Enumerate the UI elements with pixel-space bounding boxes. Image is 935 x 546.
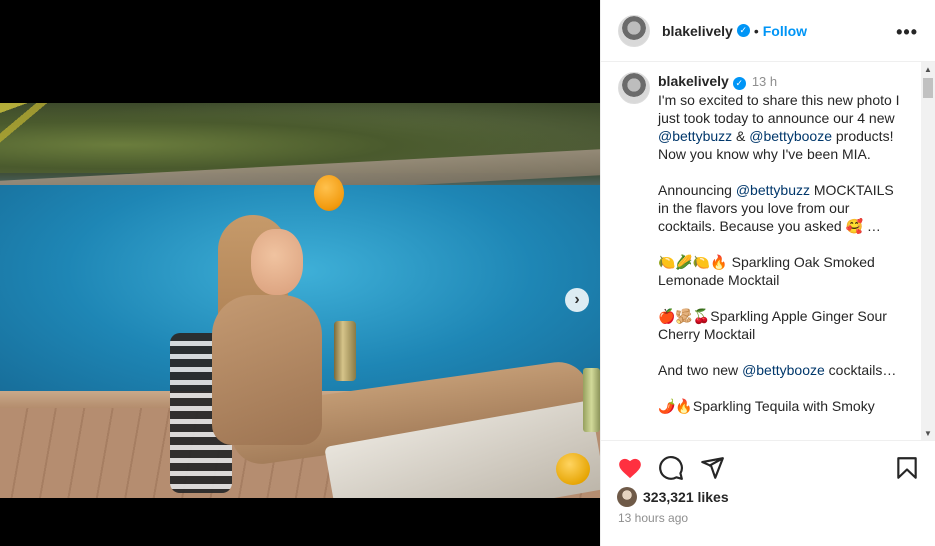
photo-can [334, 321, 356, 381]
avatar[interactable] [618, 14, 650, 47]
photo-orange [314, 175, 344, 211]
caption-line: 🌶️🔥Sparkling Tequila with Smoky [658, 398, 875, 414]
caption-line: cocktails… [828, 362, 897, 378]
photo-torso [212, 295, 322, 445]
caption-paragraph: Announcing @bettybuzz MOCKTAILS in the f… [658, 181, 908, 235]
caption-text: I'm so excited to share this new photo I… [658, 91, 908, 415]
photo-woman [206, 215, 396, 455]
caption-line: 🍎🫚🍒Sparkling Apple Ginger Sour Cherry Mo… [658, 308, 887, 342]
scroll-thumb[interactable] [923, 78, 933, 98]
heart-icon[interactable] [617, 455, 643, 481]
photo-face [251, 229, 303, 295]
liker-avatar [617, 487, 637, 507]
caption-gap [658, 289, 908, 307]
caption-gap [658, 379, 908, 397]
post-photo[interactable] [0, 103, 600, 498]
caption-scrollbar[interactable]: ▲ ▼ [921, 62, 935, 440]
caption-line: I'm so excited to share this new photo I… [658, 92, 900, 126]
caption-header: blakelively ✓ 13 h [658, 72, 908, 91]
post-timestamp[interactable]: 13 hours ago [618, 511, 688, 525]
caption-area: blakelively ✓ 13 h I'm so excited to share… [601, 62, 935, 440]
chevron-right-icon: › [574, 291, 580, 308]
scroll-up-icon[interactable]: ▲ [921, 62, 935, 76]
bookmark-icon[interactable] [894, 455, 920, 481]
caption-username[interactable]: blakelively [658, 73, 729, 89]
caption-avatar[interactable] [618, 72, 650, 104]
caption-row: blakelively ✓ 13 h I'm so excited to share… [618, 72, 918, 415]
likes-count[interactable]: 323,321 likes [643, 489, 729, 505]
caption-gap [658, 343, 908, 361]
action-icons [617, 455, 725, 481]
photo-palm [0, 103, 110, 163]
caption-paragraph: And two new @bettybooze cocktails… [658, 361, 908, 379]
photo-can-green [583, 368, 600, 432]
action-bar: 323,321 likes 13 hours ago [601, 440, 935, 546]
follow-button[interactable]: Follow [763, 23, 807, 39]
caption-gap [658, 235, 908, 253]
post-sidebar: blakelively ✓ • Follow ••• blakelively ✓ 1… [600, 0, 935, 546]
header-separator: • [753, 22, 759, 39]
caption-paragraph: I'm so excited to share this new photo I… [658, 91, 908, 145]
post-header: blakelively ✓ • Follow ••• [601, 0, 935, 62]
caption-time: 13 h [751, 74, 778, 89]
caption-line: Announcing [658, 182, 732, 198]
more-options-icon[interactable]: ••• [896, 22, 918, 43]
caption-line: & [736, 128, 746, 144]
scroll-down-icon[interactable]: ▼ [921, 426, 935, 440]
caption-line: products! [835, 128, 894, 144]
caption-line: Now you know why I've been MIA. [658, 146, 871, 162]
header-username[interactable]: blakelively [662, 23, 733, 39]
post-media: › [0, 0, 600, 546]
caption-line: And two new [658, 362, 739, 378]
likes-row[interactable]: 323,321 likes [617, 487, 729, 507]
caption-line: 🍋🌽🍋🔥 Sparkling Oak Smoked Lemonade Mockt… [658, 254, 875, 288]
mention-link[interactable]: @bettybooze [742, 362, 825, 378]
photo-lemon [556, 453, 590, 485]
caption-body: blakelively ✓ 13 h I'm so excited to share… [658, 72, 908, 415]
mention-link[interactable]: @bettybuzz [658, 128, 732, 144]
verified-icon: ✓ [736, 24, 750, 37]
caption-gap [658, 163, 908, 181]
next-photo-button[interactable]: › [565, 288, 589, 312]
share-icon[interactable] [699, 455, 725, 481]
mention-link[interactable]: @bettybooze [749, 128, 832, 144]
caption-verified-icon: ✓ [732, 77, 746, 90]
mention-link[interactable]: @bettybuzz [736, 182, 810, 198]
comment-icon[interactable] [658, 455, 684, 481]
